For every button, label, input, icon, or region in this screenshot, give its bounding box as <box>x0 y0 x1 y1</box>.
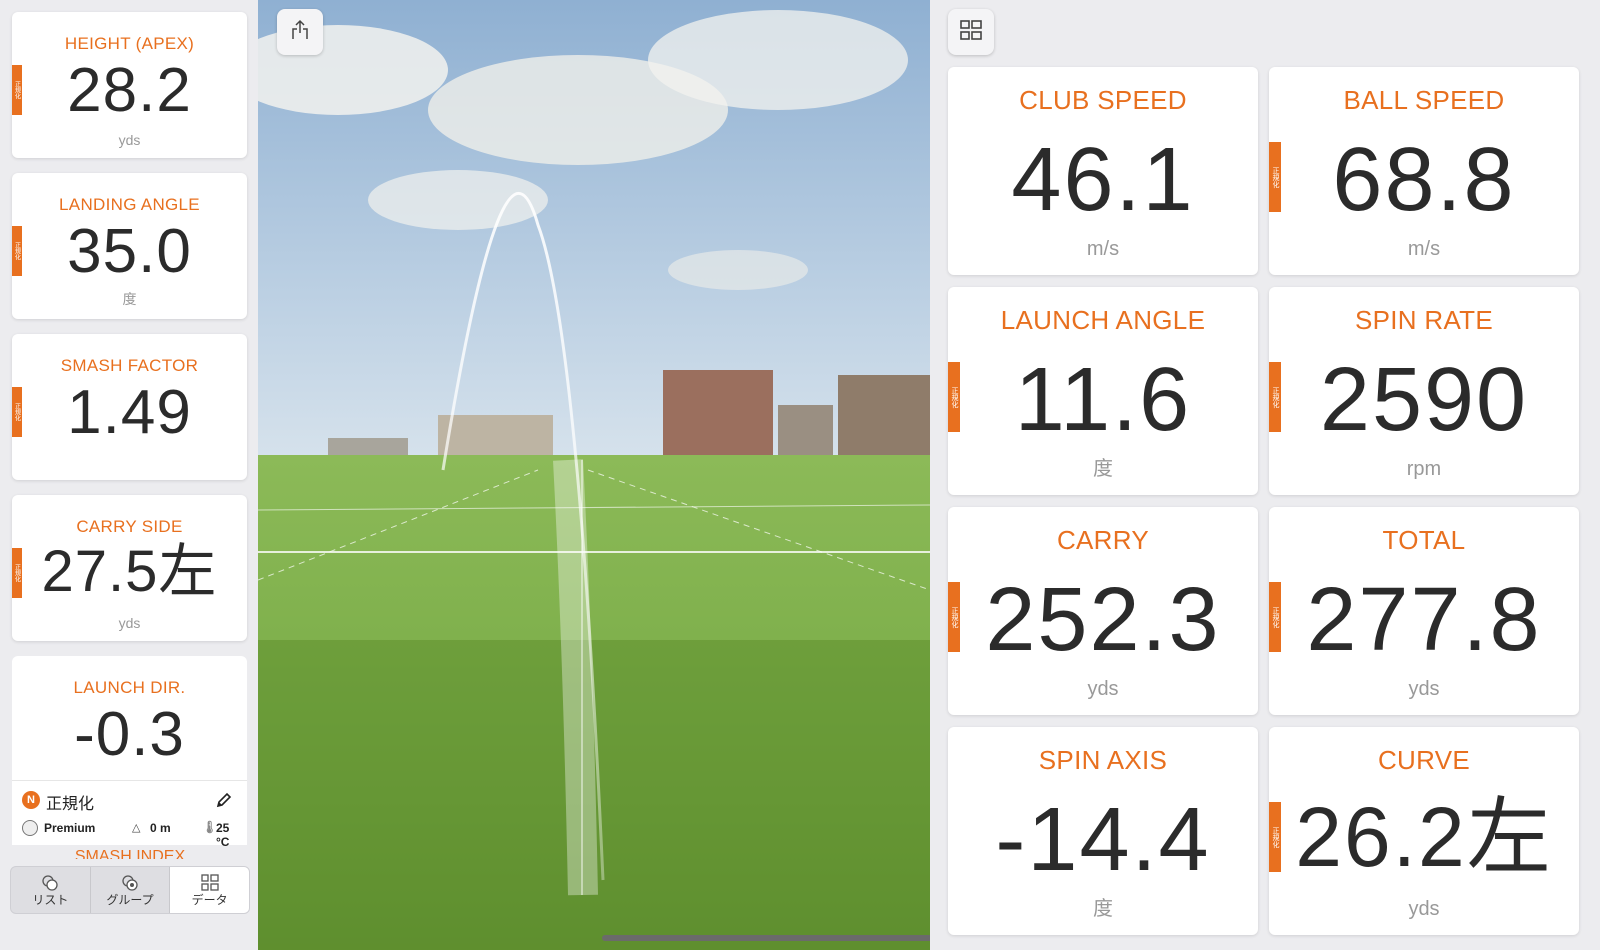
smash-index-label-peek: SMASH INDEX <box>74 848 186 859</box>
metric-value: 26.2左 <box>1295 790 1553 884</box>
metric-unit: m/s <box>1086 238 1120 260</box>
metric-label: CLUB SPEED <box>1019 85 1187 115</box>
ball-icon <box>22 820 38 836</box>
normalize-badge-icon: N <box>22 791 40 809</box>
layout-toggle-button[interactable] <box>948 9 994 55</box>
thermometer-icon: 🌡 <box>202 820 218 834</box>
metric-label: SMASH FACTOR <box>60 356 199 375</box>
normalization-status-panel: N 正規化 Premium △ 0 m 🌡 25 °C <box>12 780 247 849</box>
metric-label: SPIN RATE <box>1354 305 1494 335</box>
metric-card-club-speed[interactable]: CLUB SPEED 46.1 m/s <box>948 67 1258 275</box>
tab-label: データ <box>191 893 228 907</box>
metric-card-total[interactable]: TOTAL 正規化 277.8 yds <box>1269 507 1579 715</box>
metric-label: SPIN AXIS <box>1038 745 1168 775</box>
metric-value: 11.6 <box>1014 350 1192 450</box>
metric-card-height-apex[interactable]: HEIGHT (APEX) 正規化 28.2 yds <box>12 12 247 158</box>
metric-unit: 度 <box>1093 898 1113 920</box>
metric-value: -14.4 <box>995 790 1211 890</box>
metric-value: 1.49 <box>67 378 192 447</box>
share-button[interactable] <box>277 9 323 55</box>
metric-card-spin-axis[interactable]: SPIN AXIS -14.4 度 <box>948 727 1258 935</box>
grid-layout-icon <box>959 18 983 47</box>
ball-type: Premium <box>44 821 96 835</box>
metric-unit: m/s <box>1407 238 1441 260</box>
metric-label: BALL SPEED <box>1343 85 1505 115</box>
metric-label: LAUNCH DIR. <box>73 678 186 697</box>
metric-card-landing-angle[interactable]: LANDING ANGLE 正規化 35.0 度 <box>12 173 247 319</box>
metric-label: TOTAL <box>1382 525 1466 555</box>
metric-unit: 度 <box>122 291 137 307</box>
metric-unit: yds <box>1087 678 1119 700</box>
tab-label: グループ <box>106 893 154 907</box>
metric-value: 68.8 <box>1332 130 1516 230</box>
metric-value: -0.3 <box>74 700 185 769</box>
metric-card-launch-angle[interactable]: LAUNCH ANGLE 正規化 11.6 度 <box>948 287 1258 495</box>
metric-value: 277.8 <box>1306 570 1542 670</box>
tab-label: リスト <box>32 893 69 907</box>
metric-value: 46.1 <box>1011 130 1195 230</box>
metric-label: CARRY <box>1056 525 1150 555</box>
share-icon <box>289 19 311 46</box>
conditions-row: Premium △ 0 m 🌡 25 °C <box>22 819 239 849</box>
metric-card-carry-side[interactable]: CARRY SIDE 正規化 27.5左 yds <box>12 495 247 641</box>
metric-label: LANDING ANGLE <box>59 195 200 214</box>
metric-card-smash-factor[interactable]: SMASH FACTOR 正規化 1.49 <box>12 334 247 480</box>
tab-list[interactable]: リスト <box>11 867 91 913</box>
metric-label: CARRY SIDE <box>76 517 183 536</box>
metric-value: 35.0 <box>67 217 192 286</box>
metric-unit: yds <box>118 132 141 148</box>
metric-value: 252.3 <box>985 570 1221 670</box>
course-scene-image <box>258 0 930 950</box>
metric-unit: 度 <box>1093 458 1113 480</box>
golf-course-3d-view[interactable] <box>258 0 930 950</box>
altitude-icon: △ <box>132 822 141 834</box>
altitude-value: 0 m <box>150 821 171 835</box>
metric-value: 2590 <box>1319 350 1529 450</box>
metric-card-curve[interactable]: CURVE 正規化 26.2左 yds <box>1269 727 1579 935</box>
metric-card-spin-rate[interactable]: SPIN RATE 正規化 2590 rpm <box>1269 287 1579 495</box>
metric-value: 28.2 <box>67 56 192 125</box>
metric-card-ball-speed[interactable]: BALL SPEED 正規化 68.8 m/s <box>1269 67 1579 275</box>
metric-label: CURVE <box>1377 745 1471 775</box>
metric-unit: yds <box>1408 678 1440 700</box>
metric-unit: yds <box>1408 898 1440 920</box>
metric-unit: rpm <box>1406 458 1442 480</box>
pencil-icon[interactable] <box>211 787 237 813</box>
tab-group[interactable]: グループ <box>91 867 171 913</box>
normalize-label: 正規化 <box>46 796 95 813</box>
bottom-tab-bar: リスト グループ データ <box>10 866 250 914</box>
metric-label: HEIGHT (APEX) <box>64 34 195 53</box>
metric-value: 27.5左 <box>41 539 218 604</box>
metric-card-carry[interactable]: CARRY 正規化 252.3 yds <box>948 507 1258 715</box>
metric-label: LAUNCH ANGLE <box>1000 305 1206 335</box>
left-metrics-panel: HEIGHT (APEX) 正規化 28.2 yds LANDING ANGLE… <box>0 0 258 950</box>
tab-data[interactable]: データ <box>170 867 250 913</box>
metric-unit: yds <box>118 615 141 631</box>
